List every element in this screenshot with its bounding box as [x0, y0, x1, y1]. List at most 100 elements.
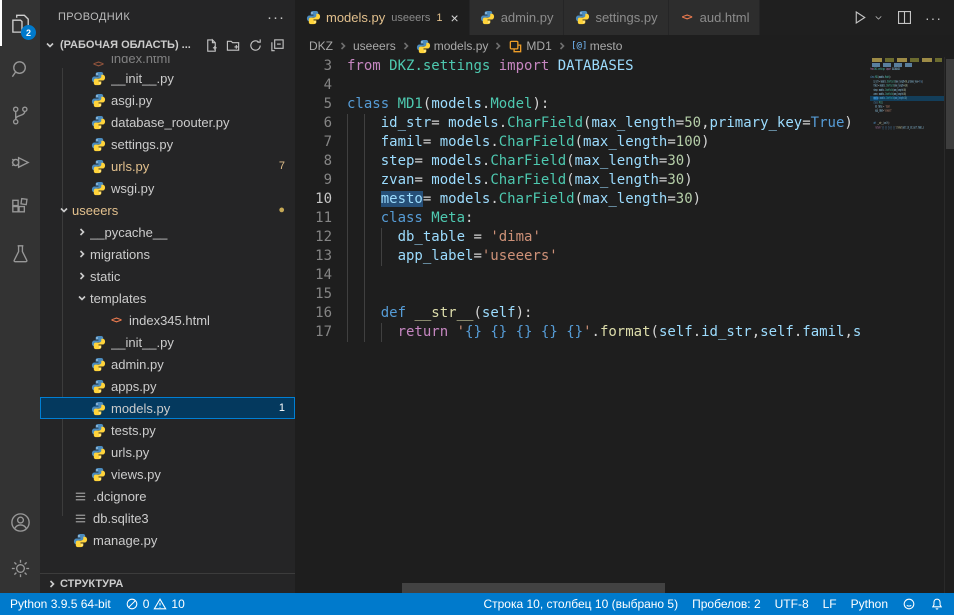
tab-label: aud.html — [700, 10, 750, 25]
editor-more-actions-icon[interactable]: ··· — [925, 10, 942, 26]
tree-item-admin-py[interactable]: admin.py — [40, 353, 295, 375]
breadcrumb-label: models.py — [434, 39, 489, 53]
tree-item-migrations[interactable]: migrations — [40, 243, 295, 265]
breadcrumb-item-models-py[interactable]: models.py — [416, 39, 489, 54]
split-editor-icon[interactable] — [896, 9, 913, 26]
tree-item-label: models.py — [111, 401, 279, 416]
tree-item-static[interactable]: static — [40, 265, 295, 287]
tree-item-manage-py[interactable]: manage.py — [40, 529, 295, 551]
breadcrumb-separator-icon — [493, 41, 503, 51]
new-file-icon[interactable] — [204, 38, 219, 53]
tab-settings-py[interactable]: settings.py — [564, 0, 667, 35]
tree-item-wsgi-py[interactable]: wsgi.py — [40, 177, 295, 199]
python-file-icon — [416, 39, 431, 54]
breadcrumb-item-useeers[interactable]: useeers — [353, 39, 396, 53]
tree-item--pycache-[interactable]: __pycache__ — [40, 221, 295, 243]
problems-status[interactable]: 0 10 — [125, 597, 185, 611]
tab-models-py[interactable]: models.pyuseeers1× — [295, 0, 469, 35]
line-numbers-gutter: 34567891011121314151617 — [295, 57, 347, 593]
tree-item--init-py[interactable]: __init__.py — [40, 67, 295, 89]
run-dropdown-chevron-icon[interactable] — [873, 9, 884, 26]
editor-actions: ··· — [840, 0, 954, 35]
language-mode-status[interactable]: Python — [851, 597, 888, 611]
breadcrumb-item-dkz[interactable]: DKZ — [309, 39, 333, 53]
breadcrumb-item-mesto[interactable]: [@]mesto — [572, 39, 623, 54]
tree-item-index-html[interactable]: <>index.html — [40, 56, 295, 67]
code-line: famil= models.CharField(max_length=100) — [347, 133, 870, 152]
tab-admin-py[interactable]: admin.py — [470, 0, 564, 35]
tree-item-label: manage.py — [93, 533, 295, 548]
notifications-bell-icon[interactable] — [930, 597, 944, 611]
python-file-icon — [90, 70, 106, 86]
cursor-position-status[interactable]: Строка 10, столбец 10 (выбрано 5) — [483, 597, 678, 611]
collapse-all-icon[interactable] — [270, 38, 285, 53]
tree-item-label: .dcignore — [93, 489, 295, 504]
python-file-icon — [90, 136, 106, 152]
breadcrumb-item-md1[interactable]: MD1 — [508, 39, 551, 54]
settings-gear-icon[interactable] — [0, 545, 40, 591]
refresh-icon[interactable] — [248, 38, 263, 53]
source-control-icon[interactable] — [0, 92, 40, 138]
minimap[interactable]: from DKZ.settings import DATABASESclass … — [870, 57, 944, 593]
python-file-icon — [90, 356, 106, 372]
tree-item-apps-py[interactable]: apps.py — [40, 375, 295, 397]
tree-item-tests-py[interactable]: tests.py — [40, 419, 295, 441]
line-number: 5 — [295, 95, 332, 114]
new-folder-icon[interactable] — [226, 38, 241, 53]
line-number: 15 — [295, 285, 332, 304]
chevron-right-icon — [74, 224, 90, 240]
vertical-scrollbar[interactable] — [944, 57, 954, 593]
chevron-right-icon — [44, 576, 60, 592]
encoding-status[interactable]: UTF-8 — [775, 597, 809, 611]
tree-item-label: apps.py — [111, 379, 295, 394]
outline-section-label: СТРУКТУРА — [60, 578, 123, 590]
tree-item-urls-py[interactable]: urls.py — [40, 441, 295, 463]
python-file-icon — [574, 10, 590, 26]
outline-section-header[interactable]: СТРУКТУРА — [40, 573, 295, 593]
tree-item-index345-html[interactable]: <>index345.html — [40, 309, 295, 331]
tree-item--init-py[interactable]: __init__.py — [40, 331, 295, 353]
tree-item-urls-py[interactable]: urls.py7 — [40, 155, 295, 177]
run-debug-icon[interactable] — [0, 138, 40, 184]
test-beaker-icon[interactable] — [0, 230, 40, 276]
tree-item-views-py[interactable]: views.py — [40, 463, 295, 485]
code-editor[interactable]: 34567891011121314151617 from DKZ.setting… — [295, 57, 954, 593]
python-file-icon — [72, 532, 88, 548]
account-icon[interactable] — [0, 499, 40, 545]
tree-item-settings-py[interactable]: settings.py — [40, 133, 295, 155]
tree-item-label: urls.py — [111, 159, 279, 174]
horizontal-scrollbar[interactable] — [402, 583, 665, 593]
indentation-status[interactable]: Пробелов: 2 — [692, 597, 761, 611]
extensions-icon[interactable] — [0, 184, 40, 230]
explorer-title: ПРОВОДНИК — [58, 11, 130, 23]
tree-item-asgi-py[interactable]: asgi.py — [40, 89, 295, 111]
search-icon[interactable] — [0, 46, 40, 92]
run-python-file-icon[interactable] — [852, 9, 869, 26]
tree-item-models-py[interactable]: models.py1 — [40, 397, 295, 419]
tree-item-label: __init__.py — [111, 71, 295, 86]
python-interpreter-status[interactable]: Python 3.9.5 64-bit — [10, 597, 111, 611]
explorer-more-actions-icon[interactable]: ··· — [267, 9, 285, 26]
chevron-right-icon — [74, 268, 90, 284]
tree-item-useeers[interactable]: useeers● — [40, 199, 295, 221]
tree-item-db-sqlite3[interactable]: db.sqlite3 — [40, 507, 295, 529]
tab-label: models.py — [326, 10, 385, 25]
tab-aud-html[interactable]: <>aud.html — [669, 0, 760, 35]
explorer-icon[interactable]: 2 — [0, 0, 40, 46]
tree-item-templates[interactable]: templates — [40, 287, 295, 309]
close-icon[interactable]: × — [451, 11, 459, 25]
python-file-icon — [90, 334, 106, 350]
code-line: class Meta: — [347, 209, 870, 228]
chevron-right-icon — [74, 246, 90, 262]
breadcrumb-label: useeers — [353, 39, 396, 53]
tree-item-database-roouter-py[interactable]: database_roouter.py — [40, 111, 295, 133]
error-count: 0 — [143, 597, 150, 611]
eol-status[interactable]: LF — [823, 597, 837, 611]
tree-item--dcignore[interactable]: .dcignore — [40, 485, 295, 507]
line-number: 4 — [295, 76, 332, 95]
feedback-icon[interactable] — [902, 597, 916, 611]
minimap-decoration — [872, 58, 942, 62]
workspace-section-header[interactable]: (РАБОЧАЯ ОБЛАСТЬ) ... — [40, 34, 295, 56]
warning-count: 10 — [171, 597, 184, 611]
tree-item-label: settings.py — [111, 137, 295, 152]
